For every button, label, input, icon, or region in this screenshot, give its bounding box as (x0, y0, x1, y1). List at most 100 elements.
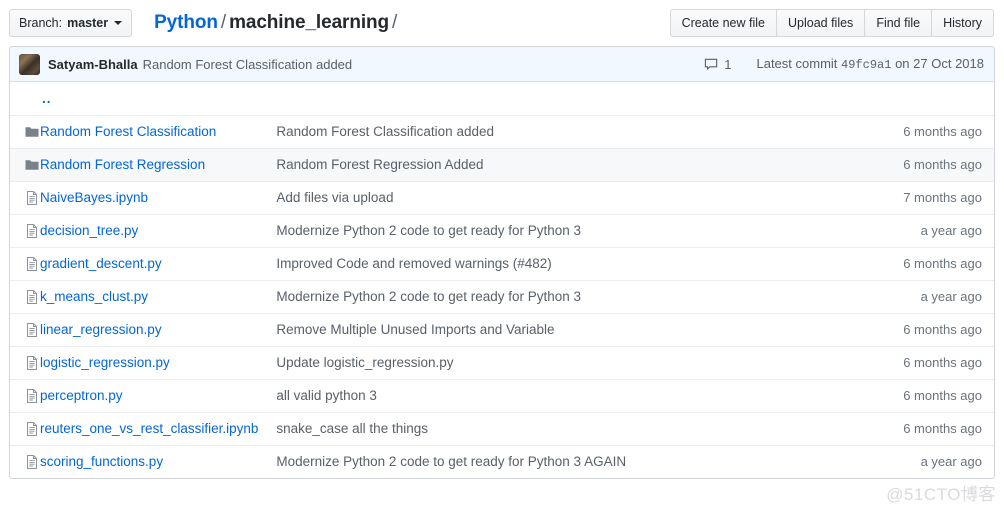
file-link[interactable]: k_means_clust.py (40, 289, 148, 304)
table-row[interactable]: Random Forest Classification Random Fore… (10, 114, 994, 148)
file-icon (24, 322, 40, 341)
row-message-cell[interactable]: Add files via upload (270, 180, 904, 214)
row-message-cell[interactable]: Update logistic_regression.py (270, 345, 904, 379)
row-age-cell: a year ago (903, 444, 994, 478)
create-new-file-button[interactable]: Create new file (669, 9, 777, 37)
table-row[interactable]: perceptron.py all valid python 3 6 month… (10, 378, 994, 412)
repo-action-buttons: Create new file Upload files Find file H… (669, 9, 994, 37)
row-message-cell[interactable]: snake_case all the things (270, 411, 904, 445)
table-row[interactable]: scoring_functions.py Modernize Python 2 … (10, 444, 994, 478)
file-icon (24, 454, 40, 473)
latest-commit-bar: Satyam-Bhalla Random Forest Classificati… (10, 47, 994, 82)
file-link[interactable]: reuters_one_vs_rest_classifier.ipynb (40, 421, 258, 436)
row-age-cell: 6 months ago (903, 411, 994, 445)
row-age-cell: 6 months ago (903, 114, 994, 148)
row-message-cell[interactable]: Modernize Python 2 code to get ready for… (270, 213, 904, 247)
file-link[interactable]: linear_regression.py (40, 322, 162, 337)
file-link[interactable]: gradient_descent.py (40, 256, 162, 271)
breadcrumb-trailing-separator: / (392, 12, 398, 33)
history-button[interactable]: History (932, 9, 994, 37)
table-row[interactable]: logistic_regression.py Update logistic_r… (10, 345, 994, 379)
parent-directory-age-cell (903, 82, 994, 115)
row-message-cell[interactable]: Random Forest Classification added (270, 114, 904, 148)
row-icon-cell (10, 444, 40, 478)
row-icon-cell (10, 279, 40, 313)
row-name-cell: logistic_regression.py (40, 345, 271, 379)
row-name-cell: linear_regression.py (40, 312, 271, 346)
breadcrumb-current-path: machine_learning (229, 12, 390, 33)
chevron-down-icon (114, 21, 123, 25)
table-row[interactable]: decision_tree.py Modernize Python 2 code… (10, 213, 994, 247)
file-link[interactable]: Random Forest Regression (40, 157, 205, 172)
latest-commit-prefix: Latest commit (756, 56, 838, 71)
file-link[interactable]: NaiveBayes.ipynb (40, 190, 148, 205)
row-message-cell[interactable]: Random Forest Regression Added (270, 147, 904, 181)
comment-count: 1 (724, 56, 732, 72)
parent-directory-row[interactable]: .. (10, 82, 994, 115)
row-message-cell[interactable]: Remove Multiple Unused Imports and Varia… (270, 312, 904, 346)
file-icon (24, 256, 40, 275)
row-message-cell[interactable]: Modernize Python 2 code to get ready for… (270, 279, 904, 313)
row-name-cell: Random Forest Classification (40, 114, 271, 148)
row-name-cell: decision_tree.py (40, 213, 271, 247)
row-age-cell: 6 months ago (903, 312, 994, 346)
file-browser: Satyam-Bhalla Random Forest Classificati… (9, 46, 995, 479)
find-file-button[interactable]: Find file (865, 9, 933, 37)
commit-author[interactable]: Satyam-Bhalla (48, 57, 138, 72)
row-icon-cell (10, 114, 40, 148)
row-icon-cell (10, 378, 40, 412)
file-link[interactable]: Random Forest Classification (40, 124, 216, 139)
breadcrumb-repo-link[interactable]: Python (154, 12, 218, 33)
latest-commit-text: Latest commit 49fc9a1 on 27 Oct 2018 (756, 56, 984, 72)
row-name-cell: reuters_one_vs_rest_classifier.ipynb (40, 411, 271, 445)
branch-label: Branch: (19, 16, 63, 30)
row-age-cell: 7 months ago (903, 180, 994, 214)
row-message-cell[interactable]: Modernize Python 2 code to get ready for… (270, 444, 904, 478)
file-link[interactable]: scoring_functions.py (40, 454, 163, 469)
row-name-cell: scoring_functions.py (40, 444, 271, 478)
row-message-cell[interactable]: all valid python 3 (270, 378, 904, 412)
file-link[interactable]: logistic_regression.py (40, 355, 170, 370)
folder-icon (24, 126, 40, 143)
row-icon-cell (10, 213, 40, 247)
table-row[interactable]: Random Forest Regression Random Forest R… (10, 147, 994, 181)
table-row[interactable]: gradient_descent.py Improved Code and re… (10, 246, 994, 280)
parent-directory-message-cell (270, 82, 903, 115)
row-icon-cell (10, 246, 40, 280)
row-icon-cell (10, 345, 40, 379)
folder-icon (24, 159, 40, 176)
file-icon (24, 223, 40, 242)
file-link[interactable]: perceptron.py (40, 388, 123, 403)
parent-directory-icon-cell (10, 82, 40, 115)
file-icon (24, 289, 40, 308)
table-row[interactable]: k_means_clust.py Modernize Python 2 code… (10, 279, 994, 313)
avatar[interactable] (19, 53, 40, 75)
comment-icon[interactable] (704, 57, 719, 72)
row-name-cell: k_means_clust.py (40, 279, 271, 313)
table-row[interactable]: linear_regression.py Remove Multiple Unu… (10, 312, 994, 346)
row-name-cell: NaiveBayes.ipynb (40, 180, 271, 214)
commit-meta: 1 Latest commit 49fc9a1 on 27 Oct 2018 (704, 56, 984, 72)
watermark: @51CTO博客 (886, 485, 996, 504)
row-age-cell: 6 months ago (903, 147, 994, 181)
row-icon-cell (10, 411, 40, 445)
file-list-body: .. Random Forest Classification Random F… (10, 82, 994, 478)
branch-selector[interactable]: Branch: master (9, 9, 133, 37)
table-row[interactable]: NaiveBayes.ipynb Add files via upload 7 … (10, 180, 994, 214)
row-age-cell: 6 months ago (903, 246, 994, 280)
commit-sha[interactable]: 49fc9a1 (841, 58, 891, 72)
commit-message[interactable]: Random Forest Classification added (143, 57, 353, 72)
file-link[interactable]: decision_tree.py (40, 223, 138, 238)
row-icon-cell (10, 312, 40, 346)
table-row[interactable]: reuters_one_vs_rest_classifier.ipynb sna… (10, 411, 994, 445)
row-age-cell: 6 months ago (903, 378, 994, 412)
row-message-cell[interactable]: Improved Code and removed warnings (#482… (270, 246, 904, 280)
upload-files-button[interactable]: Upload files (776, 9, 866, 37)
commit-date: 27 Oct 2018 (913, 56, 984, 71)
parent-directory-name-cell: .. (40, 82, 270, 115)
parent-directory-link[interactable]: .. (42, 91, 52, 106)
row-age-cell: a year ago (903, 213, 994, 247)
row-name-cell: perceptron.py (40, 378, 271, 412)
row-age-cell: a year ago (903, 279, 994, 313)
file-icon (24, 421, 40, 440)
